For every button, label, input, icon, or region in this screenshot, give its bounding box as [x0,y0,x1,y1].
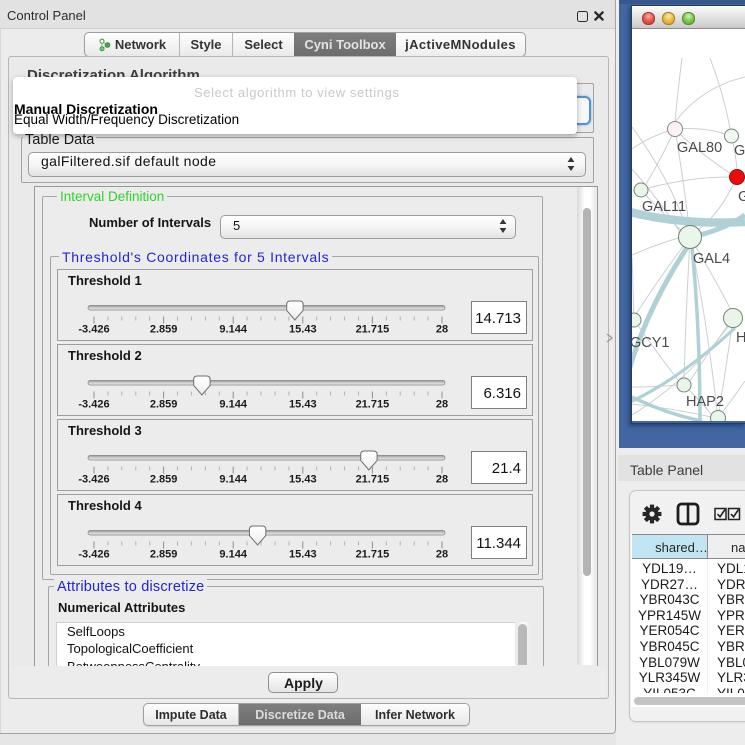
svg-text:2.859: 2.859 [150,474,178,486]
svg-text:G: G [738,189,745,205]
svg-text:9.144: 9.144 [219,549,247,561]
svg-text:2.859: 2.859 [150,399,178,411]
svg-text:15.43: 15.43 [289,324,317,336]
svg-text:15.43: 15.43 [289,549,317,561]
svg-text:21.715: 21.715 [356,549,390,561]
svg-text:HAP2: HAP2 [686,394,724,410]
svg-text:GAL11: GAL11 [642,199,686,215]
svg-text:2.859: 2.859 [150,549,178,561]
svg-text:9.144: 9.144 [219,324,247,336]
svg-text:28: 28 [436,324,448,336]
svg-text:21.715: 21.715 [356,474,390,486]
svg-text:28: 28 [436,549,448,561]
svg-text:GAL4: GAL4 [693,251,730,267]
svg-text:21.715: 21.715 [356,324,390,336]
svg-text:9.144: 9.144 [219,474,247,486]
svg-text:-3.426: -3.426 [78,399,109,411]
svg-text:GCY1: GCY1 [632,335,670,351]
svg-text:2.859: 2.859 [150,324,178,336]
svg-text:15.43: 15.43 [289,399,317,411]
svg-text:GAL80: GAL80 [677,140,722,156]
svg-text:GA: GA [734,143,745,159]
svg-text:9.144: 9.144 [219,399,247,411]
svg-text:-3.426: -3.426 [78,324,109,336]
svg-text:28: 28 [436,474,448,486]
svg-text:21.715: 21.715 [356,399,390,411]
svg-text:15.43: 15.43 [289,474,317,486]
svg-text:-3.426: -3.426 [78,474,109,486]
svg-text:28: 28 [436,399,448,411]
svg-text:-3.426: -3.426 [78,549,109,561]
svg-text:HA: HA [736,330,745,346]
